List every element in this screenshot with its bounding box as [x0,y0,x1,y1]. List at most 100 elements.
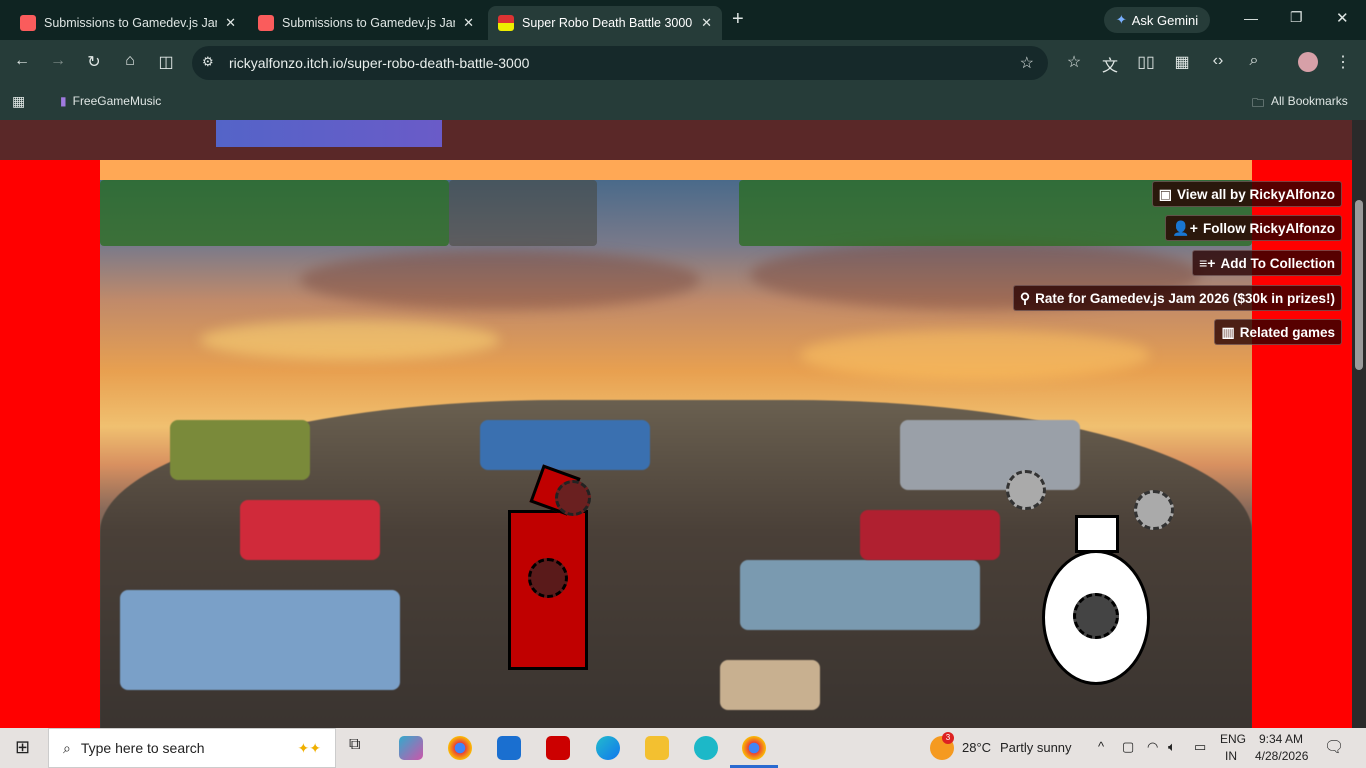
game-banner-image [216,120,442,147]
add-to-collection-button[interactable]: ≡+ Add To Collection [1192,250,1342,276]
notifications-icon[interactable]: 🗨︎ [1324,737,1344,757]
search-icon: ⌕ [63,739,71,756]
game-favicon-icon [498,15,514,31]
freegamemusic-icon: ▮ [60,94,67,108]
white-robot-sprite [1042,550,1150,685]
itch-header-band [0,120,1352,160]
task-view-icon[interactable]: ⧉ [349,736,373,760]
chrome-icon[interactable] [448,736,472,760]
all-bookmarks-label: All Bookmarks [1271,94,1348,108]
follow-button[interactable]: 👤+ Follow RickyAlfonzo [1165,215,1342,241]
map-icon: ▥ [1221,323,1235,340]
translate-icon[interactable]: ⽂ [1099,52,1121,76]
weather-condition[interactable]: Partly sunny [1000,740,1072,755]
game-screenshot[interactable] [100,180,1252,728]
url-text[interactable]: rickyalfonzo.itch.io/super-robo-death-ba… [229,55,529,71]
camera-icon[interactable]: ▢ [1122,739,1134,755]
minimize-button[interactable]: — [1244,10,1258,26]
red-robot-sprite [508,510,588,670]
side-panel-icon[interactable]: ◫ [155,52,177,72]
action-label: Related games [1239,324,1335,340]
back-icon[interactable]: ← [11,52,33,70]
copilot-sparkle-icon: ✦✦ [297,739,321,756]
forward-icon[interactable]: → [47,52,69,70]
volume-icon[interactable]: 🔈︎ [1168,739,1176,755]
ask-gemini-button[interactable]: ✦ Ask Gemini [1104,7,1210,33]
bookmarks-star-icon[interactable]: ☆ [1063,52,1085,72]
all-bookmarks-button[interactable]: 🗀 All Bookmarks [1252,94,1348,115]
bookmark-label: FreeGameMusic [72,94,162,108]
show-hidden-icons-icon[interactable]: ^ [1098,739,1104,754]
page-content: ▣ View all by RickyAlfonzo 👤+ Follow Ricky… [0,120,1352,728]
itchio-icon [258,15,274,31]
search-placeholder: Type here to search [80,740,205,756]
windows-start-icon[interactable]: ⊞ [15,737,30,758]
gemini-icon: ✦ [1115,12,1127,27]
weather-badge: 3 [942,732,954,744]
itchio-store-icon: ▣ [1158,185,1172,202]
tab-title: Submissions to Gamedev.js Jam [44,16,218,30]
language-line2[interactable]: IN [1225,749,1237,763]
tab-super-robo[interactable]: Super Robo Death Battle 3000! ✕ [488,6,722,40]
accent-strip [100,160,1252,180]
award-icon: ⚲ [1019,289,1031,306]
tab-title: Super Robo Death Battle 3000! [522,16,694,30]
tab-strip: Submissions to Gamedev.js Jam ✕ Submissi… [0,0,1366,40]
action-label: View all by RickyAlfonzo [1176,186,1335,202]
weather-temp[interactable]: 28°C [962,740,991,755]
folder-icon: 🗀 [1252,96,1265,110]
itchio-icon [20,15,36,31]
list-plus-icon: ≡+ [1199,255,1216,271]
bookmark-star-icon[interactable]: ☆ [1020,53,1034,73]
reading-mode-icon[interactable]: ▯▯ [1135,52,1157,72]
site-info-icon[interactable]: ⚙ [202,54,214,70]
close-tab-icon[interactable]: ✕ [463,15,474,31]
taskbar-search[interactable]: ⌕ Type here to search ✦✦ [48,728,336,768]
ask-gemini-label: Ask Gemini [1131,12,1199,28]
action-label: Add To Collection [1220,255,1336,271]
restore-button[interactable]: ❐ [1290,9,1303,26]
battery-icon[interactable]: ▭ [1194,739,1206,755]
action-label: Rate for Gamedev.js Jam 2026 ($30k in pr… [1035,290,1335,306]
tab-title: Submissions to Gamedev.js Jam [282,16,456,30]
language-line1[interactable]: ENG [1220,732,1246,746]
tab-layout-icon[interactable]: ▦ [1171,52,1193,72]
chrome-active-icon[interactable] [742,736,766,760]
search-tab-icon[interactable]: ⌕ [1243,52,1265,70]
wifi-icon[interactable]: ◠ [1147,739,1158,755]
edge-icon[interactable] [596,736,620,760]
close-tab-icon[interactable]: ✕ [225,15,236,31]
clock-time[interactable]: 9:34 AM [1259,732,1303,746]
file-explorer-icon[interactable] [645,736,669,760]
outlook-icon[interactable] [497,736,521,760]
menu-icon[interactable]: ⋮ [1332,52,1354,72]
devtools-icon[interactable]: ‹› [1207,52,1229,70]
bookmarks-bar: ▦ ▮ FreeGameMusic 🗀 All Bookmarks [0,86,1366,120]
copilot-icon[interactable] [399,736,423,760]
address-bar[interactable]: ⚙ rickyalfonzo.itch.io/super-robo-death-… [192,46,1048,80]
new-tab-button[interactable]: + [732,8,744,31]
page-scrollbar[interactable] [1352,120,1366,728]
taskbar: ⊞ ⌕ Type here to search ✦✦ ⧉ 3 28°C Part… [0,728,1366,768]
tab-submissions-2[interactable]: Submissions to Gamedev.js Jam ✕ [248,6,484,40]
apps-icon[interactable]: ▦ [12,93,25,110]
home-icon[interactable]: ⌂ [119,52,141,70]
close-tab-icon[interactable]: ✕ [701,15,712,31]
bookmark-freegamemusic[interactable]: ▮ FreeGameMusic [60,94,161,108]
app-icon[interactable] [694,736,718,760]
weather-icon[interactable]: 3 [930,732,954,760]
scrollbar-thumb[interactable] [1355,200,1363,370]
overlay-panel [449,180,597,246]
overlay-panel [100,180,449,246]
clock-date[interactable]: 4/28/2026 [1255,749,1308,763]
acrobat-icon[interactable] [546,736,570,760]
close-window-button[interactable]: ✕ [1336,9,1349,27]
rate-jam-button[interactable]: ⚲ Rate for Gamedev.js Jam 2026 ($30k in p… [1012,285,1342,311]
user-plus-icon: 👤+ [1172,219,1198,236]
profile-avatar[interactable] [1298,52,1318,72]
tab-submissions-1[interactable]: Submissions to Gamedev.js Jam ✕ [10,6,246,40]
reload-icon[interactable]: ↻ [83,52,105,72]
view-all-button[interactable]: ▣ View all by RickyAlfonzo [1151,181,1342,207]
related-games-button[interactable]: ▥ Related games [1214,319,1342,345]
action-label: Follow RickyAlfonzo [1202,220,1335,236]
